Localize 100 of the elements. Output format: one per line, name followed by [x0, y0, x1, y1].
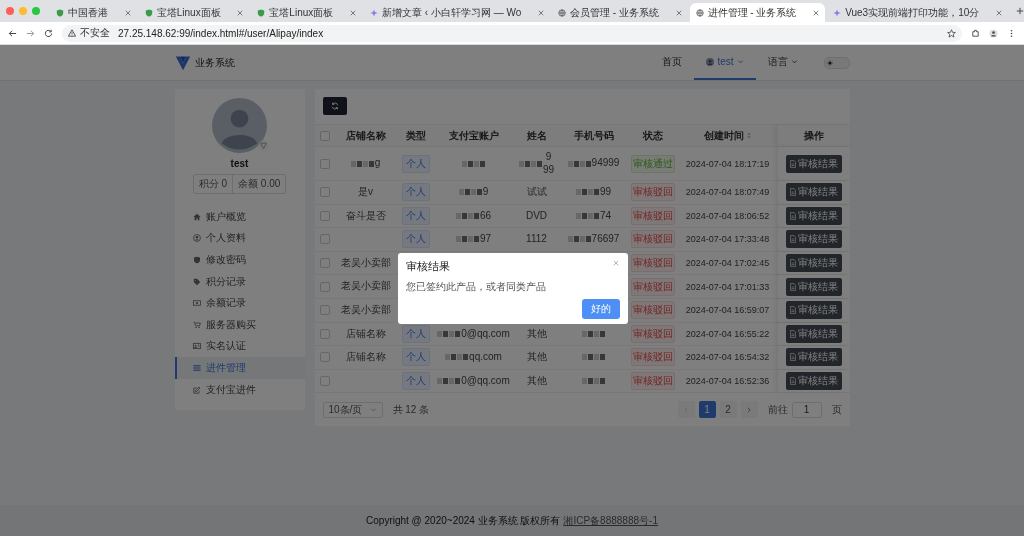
review-result-button[interactable]: 审核结果 — [785, 254, 842, 273]
browser-tab[interactable]: 会员管理 - 业务系统 — [551, 3, 688, 22]
forward-arrow-icon[interactable] — [26, 28, 35, 38]
address-field[interactable]: 不安全 27.25.148.62:99/index.html#/user/Alipay/index — [62, 24, 962, 42]
browser-tab[interactable]: 进件管理 - 业务系统 — [689, 3, 826, 22]
review-result-button[interactable]: 审核结果 — [785, 183, 842, 202]
nav-item[interactable]: test — [694, 45, 756, 80]
table-cell: 2024-07-04 17:02:45 — [685, 258, 770, 269]
page-input[interactable]: 1 — [791, 401, 822, 418]
document-icon — [789, 235, 796, 244]
column-header: 创建时间 — [704, 128, 744, 143]
nav-item[interactable]: 语言 — [755, 45, 810, 80]
dialog-title: 审核结果 — [406, 259, 450, 274]
page-size-select[interactable]: 10条/页 — [322, 401, 383, 418]
table-cell: 1112 — [526, 233, 547, 246]
browser-tab[interactable]: Vue3实现前端打印功能，10分 — [827, 3, 1008, 22]
review-result-button[interactable]: 审核结果 — [785, 324, 842, 343]
tab-title: 新增文章 ‹ 小白轩学习网 — Wo — [381, 5, 523, 20]
type-tag: 个人 — [401, 324, 430, 343]
close-icon[interactable] — [237, 9, 244, 16]
review-result-button[interactable]: 审核结果 — [785, 230, 842, 249]
nav-item[interactable]: 首页 — [650, 45, 695, 80]
select-all-checkbox[interactable] — [319, 130, 330, 141]
sidebar-item[interactable]: 进件管理 — [174, 357, 305, 379]
close-window-icon[interactable] — [6, 7, 14, 15]
review-result-button[interactable]: 审核结果 — [785, 277, 842, 296]
document-icon — [789, 329, 796, 338]
reload-icon[interactable] — [44, 28, 53, 38]
document-icon — [789, 306, 796, 315]
browser-tab[interactable]: 新增文章 ‹ 小白轩学习网 — Wo — [363, 3, 550, 22]
table-cell: qq.com — [469, 351, 502, 364]
page-button[interactable]: 1 — [698, 401, 716, 419]
icp-link[interactable]: 湘ICP备8888888号-1 — [563, 513, 658, 528]
row-checkbox[interactable] — [319, 210, 330, 221]
review-result-button[interactable]: 审核结果 — [785, 301, 842, 320]
close-icon[interactable] — [675, 9, 682, 16]
star-icon — [833, 8, 842, 17]
sidebar-item[interactable]: 实名认证 — [174, 335, 305, 358]
review-result-button[interactable]: 审核结果 — [785, 372, 842, 391]
row-checkbox[interactable] — [319, 281, 330, 292]
new-tab-icon[interactable] — [1016, 7, 1024, 15]
cart-icon — [192, 320, 201, 329]
bookmark-star-icon[interactable] — [947, 28, 956, 38]
close-icon[interactable] — [813, 9, 820, 16]
close-icon[interactable] — [996, 9, 1002, 16]
close-icon[interactable] — [613, 260, 619, 266]
status-tag: 审核驳回 — [630, 230, 675, 249]
row-checkbox[interactable] — [319, 258, 330, 269]
status-tag: 审核驳回 — [630, 324, 675, 343]
sidebar-item[interactable]: 积分记录 — [174, 270, 305, 293]
row-checkbox[interactable] — [319, 376, 330, 387]
review-result-button[interactable]: 审核结果 — [785, 206, 842, 225]
table-cell: 店铺名称 — [345, 327, 386, 341]
row-checkbox[interactable] — [319, 352, 330, 363]
tab-title: 宝塔Linux面板 — [156, 5, 222, 20]
table-cell: 老吴小卖部 — [340, 304, 391, 317]
sidebar-item[interactable]: 修改密码 — [174, 249, 305, 271]
refresh-button[interactable] — [322, 97, 347, 115]
sidebar-item[interactable]: 账户概览 — [174, 206, 305, 228]
theme-toggle[interactable] — [823, 56, 850, 69]
star-icon — [369, 8, 378, 17]
minimize-window-icon[interactable] — [19, 7, 27, 15]
profile-icon[interactable] — [989, 28, 998, 38]
table-cell: 0@qq.com — [461, 374, 510, 388]
review-result-button[interactable]: 审核结果 — [785, 154, 842, 173]
column-header: 类型 — [405, 128, 426, 143]
row-checkbox[interactable] — [319, 328, 330, 339]
close-icon[interactable] — [124, 9, 131, 16]
money-icon — [192, 299, 201, 308]
sidebar-item[interactable]: 服务器购买 — [174, 313, 305, 336]
back-arrow-icon[interactable] — [8, 28, 17, 38]
sidebar-item[interactable]: 个人资料 — [174, 227, 305, 250]
next-page-button[interactable] — [740, 401, 758, 419]
review-result-button[interactable]: 审核结果 — [785, 348, 842, 367]
tab-title: 中国香港 — [68, 5, 109, 20]
status-tag: 审核驳回 — [630, 277, 675, 296]
row-checkbox[interactable] — [319, 187, 330, 198]
sidebar-item[interactable]: 支付宝进件 — [174, 378, 305, 401]
table-cell: 74 — [599, 209, 612, 223]
browser-tab[interactable]: 中国香港 — [50, 3, 137, 22]
goto-label: 前往 — [767, 402, 788, 417]
sidebar-item[interactable]: 余额记录 — [174, 292, 305, 314]
id-card-icon — [192, 342, 201, 351]
avatar-icon — [706, 57, 715, 66]
page-button[interactable]: 2 — [719, 401, 737, 419]
close-icon[interactable] — [537, 9, 544, 16]
browser-tab[interactable]: 宝塔Linux面板 — [251, 3, 362, 22]
caret-icon — [736, 58, 744, 65]
tab-title: 宝塔Linux面板 — [269, 5, 335, 20]
column-header: 操作 — [803, 128, 824, 143]
stat-text: 积分 0 — [197, 177, 229, 191]
row-checkbox[interactable] — [319, 234, 330, 245]
row-checkbox[interactable] — [319, 305, 330, 316]
tag-icon — [192, 277, 201, 286]
browser-tab[interactable]: 宝塔Linux面板 — [138, 3, 250, 22]
maximize-window-icon[interactable] — [32, 7, 40, 15]
row-checkbox[interactable] — [319, 158, 330, 169]
close-icon[interactable] — [349, 9, 356, 16]
type-tag: 个人 — [401, 206, 430, 225]
ok-button[interactable]: 好的 — [582, 299, 620, 319]
